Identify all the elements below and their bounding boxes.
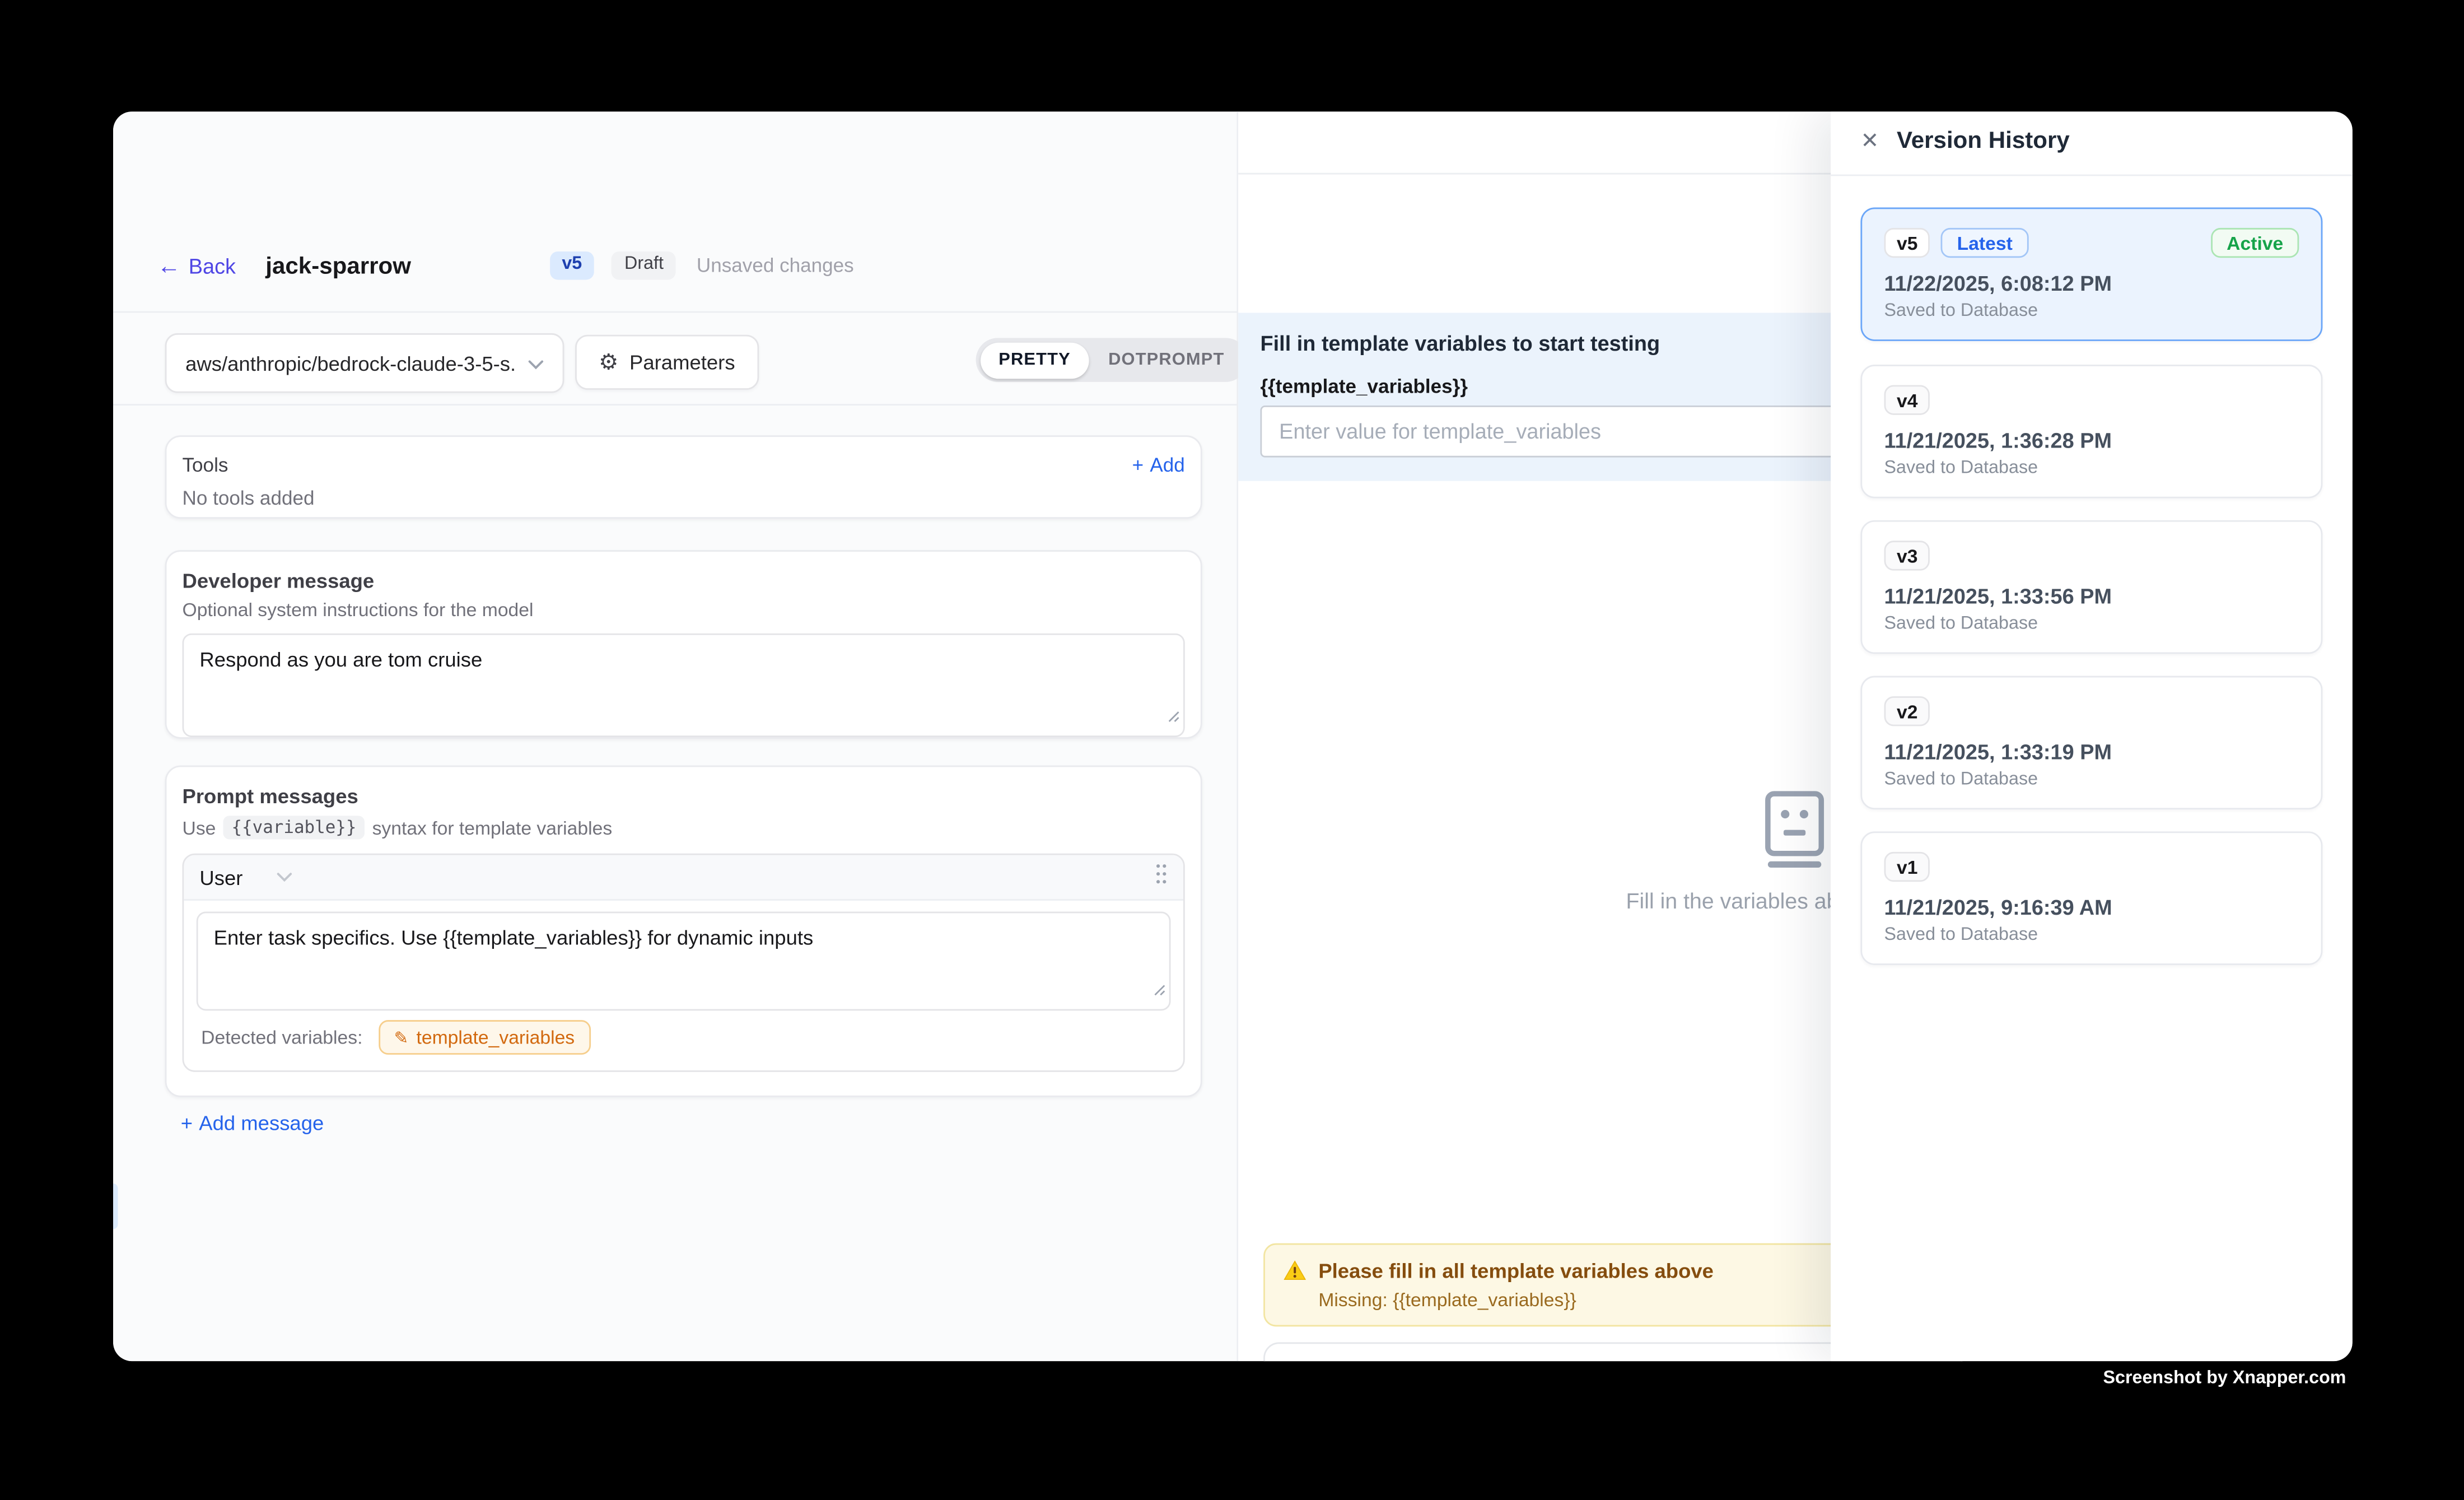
prompt-messages-card: Prompt messages Use {{variable}} syntax … [165,766,1202,1097]
tools-title: Tools [183,454,228,476]
robot-face-icon [1760,790,1829,877]
add-tool-button[interactable]: + Add [1132,454,1185,476]
version-tag: v5 [1884,228,1930,258]
version-timestamp: 11/21/2025, 1:36:28 PM [1884,429,2299,453]
header-divider [113,311,1238,313]
prompt-messages-title: Prompt messages [183,784,1185,808]
tools-empty-label: No tools added [183,487,1185,509]
developer-message-input[interactable]: Respond as you are tom cruise [183,633,1185,737]
prompt-messages-hint: Use {{variable}} syntax for template var… [183,816,1185,839]
version-saved-label: Saved to Database [1884,614,2299,633]
resize-handle-icon[interactable] [1166,702,1180,731]
version-card-v2[interactable]: v2 11/21/2025, 1:33:19 PM Saved to Datab… [1860,676,2322,810]
back-button[interactable]: ← Back [157,254,236,277]
parameters-label: Parameters [629,351,735,374]
role-select[interactable]: User [199,865,293,889]
version-tag: v2 [1884,696,1930,726]
screenshot-attribution: Screenshot by Xnapper.com [2103,1369,2346,1388]
parameters-button[interactable]: ⚙ Parameters [575,335,759,390]
hint-suffix: syntax for template variables [372,817,613,838]
add-message-row: + Add message [181,1111,324,1135]
version-history-title: Version History [1897,127,2070,154]
variable-syntax-chip: {{variable}} [223,816,364,839]
hint-prefix: Use [183,817,216,838]
draft-badge: Draft [612,251,676,281]
resize-handle-icon[interactable] [1152,976,1166,1005]
version-card-v3[interactable]: v3 11/21/2025, 1:33:56 PM Saved to Datab… [1860,520,2322,654]
version-card-v4[interactable]: v4 11/21/2025, 1:36:28 PM Saved to Datab… [1860,365,2322,499]
version-tag: v4 [1884,385,1930,414]
developer-message-title: Developer message [183,569,1185,593]
editor-panel: ← Back jack-sparrow v5 Draft Unsaved cha… [113,111,1238,1361]
version-timestamp: 11/21/2025, 1:33:19 PM [1884,740,2299,764]
page-title: jack-sparrow [265,252,411,279]
unsaved-changes-label: Unsaved changes [697,255,854,277]
active-badge: Active [2211,228,2299,258]
add-message-button[interactable]: + Add message [181,1111,324,1135]
close-icon[interactable]: ✕ [1860,129,1879,154]
version-badge: v5 [549,251,595,281]
tools-card: Tools + Add No tools added [165,435,1202,519]
version-saved-label: Saved to Database [1884,459,2299,478]
version-timestamp: 11/22/2025, 6:08:12 PM [1884,272,2299,295]
add-message-label: Add message [199,1111,324,1135]
detected-variables-row: Detected variables: ✎ template_variables [197,1010,1171,1058]
page-header: ← Back jack-sparrow v5 Draft Unsaved cha… [157,247,854,285]
plus-icon: + [181,1111,193,1135]
warning-missing: Missing: {{template_variables}} [1318,1289,1714,1311]
variable-chip[interactable]: ✎ template_variables [379,1020,591,1055]
model-select[interactable]: aws/anthropic/bedrock-claude-3-5-s... [165,333,564,393]
version-card-v5[interactable]: v5 Latest Active 11/22/2025, 6:08:12 PM … [1860,207,2322,341]
back-label: Back [189,254,236,277]
developer-message-card: Developer message Optional system instru… [165,550,1202,739]
message-header: User [184,855,1183,901]
role-select-value: User [199,865,242,889]
toolbar-divider [113,404,1238,406]
version-saved-label: Saved to Database [1884,302,2299,321]
model-select-value: aws/anthropic/bedrock-claude-3-5-s... [185,351,515,375]
chevron-down-icon [277,872,293,882]
version-tag: v3 [1884,541,1930,570]
back-arrow-icon: ← [157,254,181,277]
add-tool-label: Add [1150,454,1184,476]
toggle-dotprompt[interactable]: DOTPROMPT [1089,342,1243,378]
variable-chip-label: template_variables [416,1026,575,1048]
version-saved-label: Saved to Database [1884,770,2299,789]
stage: ← Back jack-sparrow v5 Draft Unsaved cha… [0,0,2464,1500]
warning-title: Please fill in all template variables ab… [1318,1259,1714,1283]
app-window: ← Back jack-sparrow v5 Draft Unsaved cha… [113,111,2353,1361]
version-tag: v1 [1884,852,1930,882]
user-message-input[interactable]: Enter task specifics. Use {{template_var… [197,912,1171,1011]
warning-icon [1284,1261,1306,1311]
plus-icon: + [1132,454,1144,476]
version-saved-label: Saved to Database [1884,926,2299,945]
developer-message-subtitle: Optional system instructions for the mod… [183,599,1185,621]
version-history-divider [1831,174,2353,176]
toggle-pretty[interactable]: PRETTY [980,342,1090,378]
drag-handle-icon[interactable] [1155,862,1167,892]
message-block: User Enter task specifics. Use {{templat… [183,854,1185,1072]
version-timestamp: 11/21/2025, 9:16:39 AM [1884,896,2299,919]
version-card-v1[interactable]: v1 11/21/2025, 9:16:39 AM Saved to Datab… [1860,831,2322,965]
version-timestamp: 11/21/2025, 1:33:56 PM [1884,585,2299,608]
format-toggle: PRETTY DOTPROMPT [976,338,1248,382]
latest-badge: Latest [1942,228,2028,258]
version-history-panel: ✕ Version History v5 Latest Active 11/22… [1831,111,2353,1361]
detected-variables-label: Detected variables: [201,1026,362,1048]
edge-peek-element [113,1184,118,1229]
pencil-icon: ✎ [394,1027,409,1047]
chevron-down-icon [528,349,544,378]
gear-icon: ⚙ [599,350,618,375]
